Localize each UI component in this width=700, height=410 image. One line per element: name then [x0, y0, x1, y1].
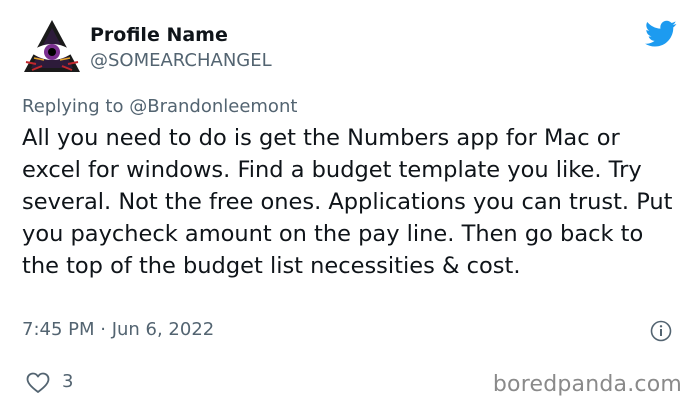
twitter-bird-icon [645, 20, 677, 47]
avatar-icon[interactable] [22, 18, 82, 78]
info-icon[interactable] [650, 320, 672, 342]
profile-name[interactable]: Profile Name [90, 24, 228, 46]
tweet-text: All you need to do is get the Numbers ap… [22, 125, 673, 279]
like-count: 3 [62, 371, 74, 392]
profile-handle[interactable]: @SOMEARCHANGEL [90, 50, 272, 71]
replying-prefix: Replying to [22, 96, 124, 117]
tweet-timestamp[interactable]: 7:45 PM · Jun 6, 2022 [22, 319, 214, 340]
reply-mention-link[interactable]: @Brandonleemont [129, 96, 297, 117]
watermark: boredpanda.com [492, 372, 682, 397]
replying-to: Replying to @Brandonleemont [22, 96, 297, 117]
heart-icon[interactable] [26, 372, 50, 394]
